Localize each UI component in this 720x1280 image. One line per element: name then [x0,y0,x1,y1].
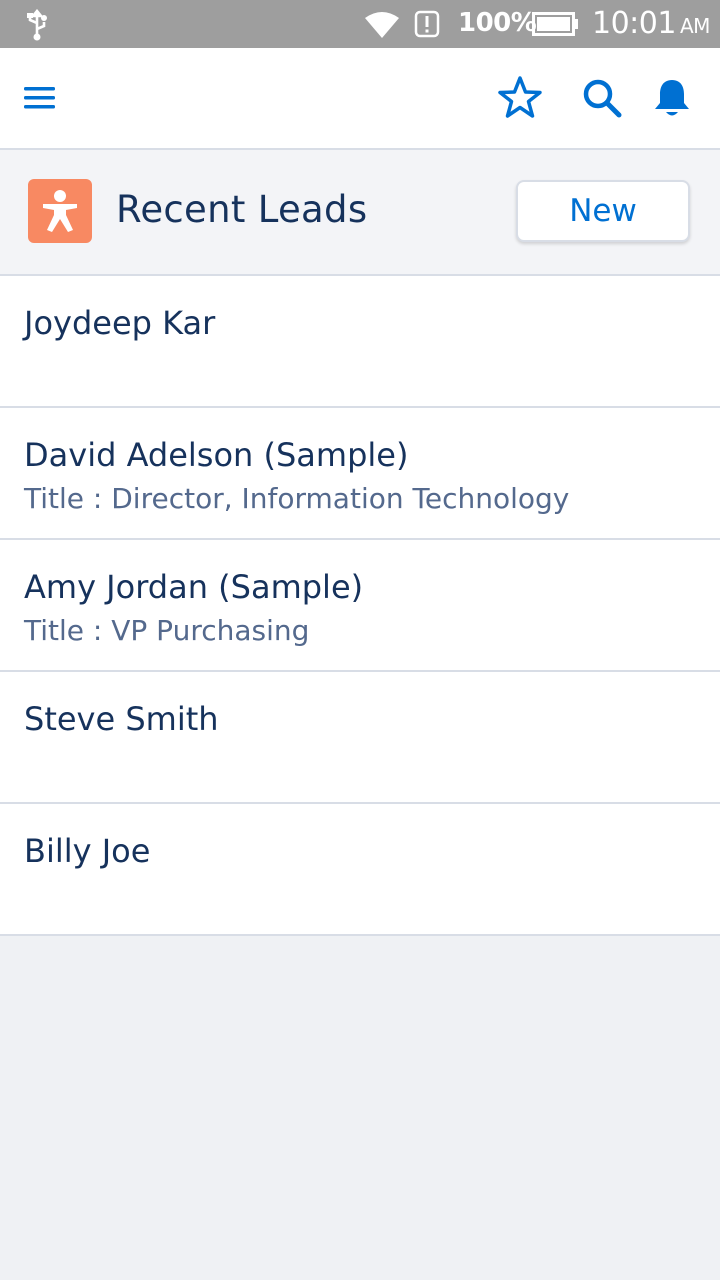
usb-icon [27,9,47,41]
lead-icon [43,190,77,232]
menu-button[interactable] [16,74,64,122]
lead-object-badge [28,179,92,243]
lead-name: Joydeep Kar [24,304,216,342]
favorites-button[interactable] [496,74,544,122]
lead-name: Billy Joe [24,832,151,870]
status-bar: 100% 10:01 AM [0,0,720,48]
notifications-button[interactable] [648,74,696,122]
wifi-icon [365,12,399,38]
clock-ampm: AM [679,14,710,38]
list-item[interactable]: Billy Joe [0,804,720,936]
new-lead-button[interactable]: New [516,180,690,242]
clock: 10:01 AM [592,6,710,41]
bell-icon [655,80,689,116]
lead-name: David Adelson (Sample) [24,436,409,474]
clock-time: 10:01 [592,6,676,41]
list-item[interactable]: Amy Jordan (Sample) Title : VP Purchasin… [0,540,720,672]
list-header: Recent Leads New [0,150,720,276]
star-icon [498,76,542,118]
lead-name: Amy Jordan (Sample) [24,568,364,606]
battery-icon [532,12,578,36]
page-title: Recent Leads [116,188,368,231]
battery-percent: 100% [458,8,537,38]
lead-title: Title : Director, Information Technology [24,482,570,515]
search-icon [583,79,622,118]
leads-list: Joydeep Kar David Adelson (Sample) Title… [0,276,720,936]
list-item[interactable]: David Adelson (Sample) Title : Director,… [0,408,720,540]
lead-name: Steve Smith [24,700,219,738]
search-button[interactable] [578,74,626,122]
list-item[interactable]: Steve Smith [0,672,720,804]
menu-icon [24,87,55,109]
alert-icon [414,10,440,38]
lead-title: Title : VP Purchasing [24,614,310,647]
list-item[interactable]: Joydeep Kar [0,276,720,408]
top-nav [0,48,720,150]
